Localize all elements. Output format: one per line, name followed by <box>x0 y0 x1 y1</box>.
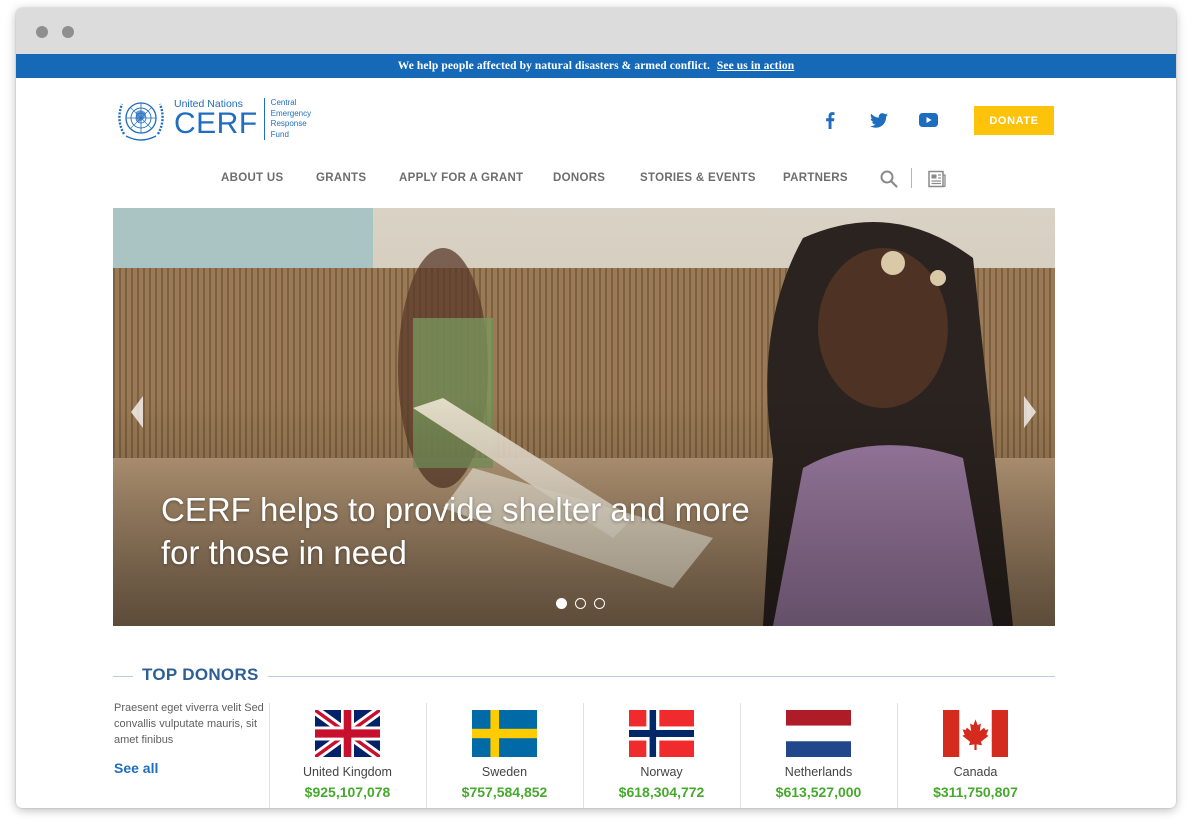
facebook-icon[interactable] <box>818 110 842 130</box>
youtube-icon[interactable] <box>916 110 940 130</box>
cerf-logo[interactable]: United Nations CERF Central Emergency Re… <box>112 94 311 144</box>
announcement-bar: We help people affected by natural disas… <box>16 54 1176 78</box>
top-donors-header: TOP DONORS <box>113 665 1055 687</box>
logo-subtitle: Central Emergency Response Fund <box>271 98 311 140</box>
logo-subtitle-line: Fund <box>270 129 289 139</box>
donor-card[interactable]: Netherlands $613,527,000 <box>740 703 897 808</box>
donor-amount: $925,107,078 <box>304 784 391 800</box>
main-nav: ABOUT US GRANTS APPLY FOR A GRANT DONORS… <box>16 168 1176 194</box>
nav-about-us[interactable]: ABOUT US <box>221 170 283 186</box>
nav-stories-events[interactable]: STORIES & EVENTS <box>640 170 756 186</box>
nav-donors[interactable]: DONORS <box>553 170 605 186</box>
logo-subtitle-line: Emergency <box>270 108 312 118</box>
united-kingdom-flag-icon <box>315 710 380 757</box>
heading-rule-right <box>268 676 1055 677</box>
carousel-dot-1[interactable] <box>556 598 567 609</box>
norway-flag-icon <box>629 710 694 757</box>
sweden-flag-icon <box>472 710 537 757</box>
donor-amount: $613,527,000 <box>775 784 862 800</box>
newspaper-icon[interactable] <box>928 170 946 193</box>
canada-flag-icon <box>943 710 1008 757</box>
netherlands-flag-icon <box>786 710 851 757</box>
logo-acronym: CERF <box>174 107 258 140</box>
site-header: United Nations CERF Central Emergency Re… <box>16 78 1176 148</box>
logo-subtitle-line: Central <box>270 98 297 107</box>
browser-window: We help people affected by natural disas… <box>16 8 1176 808</box>
window-minimize-dot[interactable] <box>62 26 74 38</box>
see-all-link[interactable]: See all <box>114 760 158 776</box>
donor-amount: $618,304,772 <box>618 784 705 800</box>
donor-country: Sweden <box>481 765 528 779</box>
window-close-dot[interactable] <box>36 26 48 38</box>
hero-title: CERF helps to provide shelter and more f… <box>161 491 750 571</box>
hero-carousel: CERF helps to provide shelter and more f… <box>113 208 1055 626</box>
nav-partners[interactable]: PARTNERS <box>783 170 848 186</box>
donor-card[interactable]: United Kingdom $925,107,078 <box>269 703 426 808</box>
donor-country: Canada <box>953 765 998 779</box>
carousel-next-arrow-icon[interactable] <box>1020 394 1040 430</box>
donate-button[interactable]: DONATE <box>974 106 1054 135</box>
donor-card[interactable]: Sweden $757,584,852 <box>426 703 583 808</box>
browser-chrome <box>16 8 1176 54</box>
donor-country: Norway <box>640 765 683 779</box>
nav-divider <box>911 168 912 188</box>
donor-country: Netherlands <box>784 765 853 779</box>
donor-card[interactable]: Canada $311,750,807 <box>897 703 1054 808</box>
heading-rule-left <box>113 676 133 677</box>
announcement-text: We help people affected by natural disas… <box>397 60 710 72</box>
twitter-icon[interactable] <box>867 110 891 130</box>
un-emblem-icon <box>118 102 164 141</box>
carousel-dot-2[interactable] <box>575 598 586 609</box>
logo-divider <box>263 98 265 140</box>
top-donors-description: Praesent eget viverra velit Sed convalli… <box>114 702 264 746</box>
search-icon[interactable] <box>880 170 898 193</box>
carousel-prev-arrow-icon[interactable] <box>127 394 147 430</box>
carousel-indicators <box>556 598 605 609</box>
nav-apply-for-a-grant[interactable]: APPLY FOR A GRANT <box>399 170 523 186</box>
donor-amount: $757,584,852 <box>461 784 548 800</box>
donor-country: United Kingdom <box>303 765 392 779</box>
top-donors-title: TOP DONORS <box>142 665 259 684</box>
logo-subtitle-line: Response <box>270 119 307 128</box>
donor-amount: $311,750,807 <box>933 784 1018 800</box>
nav-grants[interactable]: GRANTS <box>316 170 366 186</box>
carousel-dot-3[interactable] <box>594 598 605 609</box>
donor-card[interactable]: Norway $618,304,772 <box>583 703 740 808</box>
announcement-link[interactable]: See us in action <box>717 60 794 72</box>
